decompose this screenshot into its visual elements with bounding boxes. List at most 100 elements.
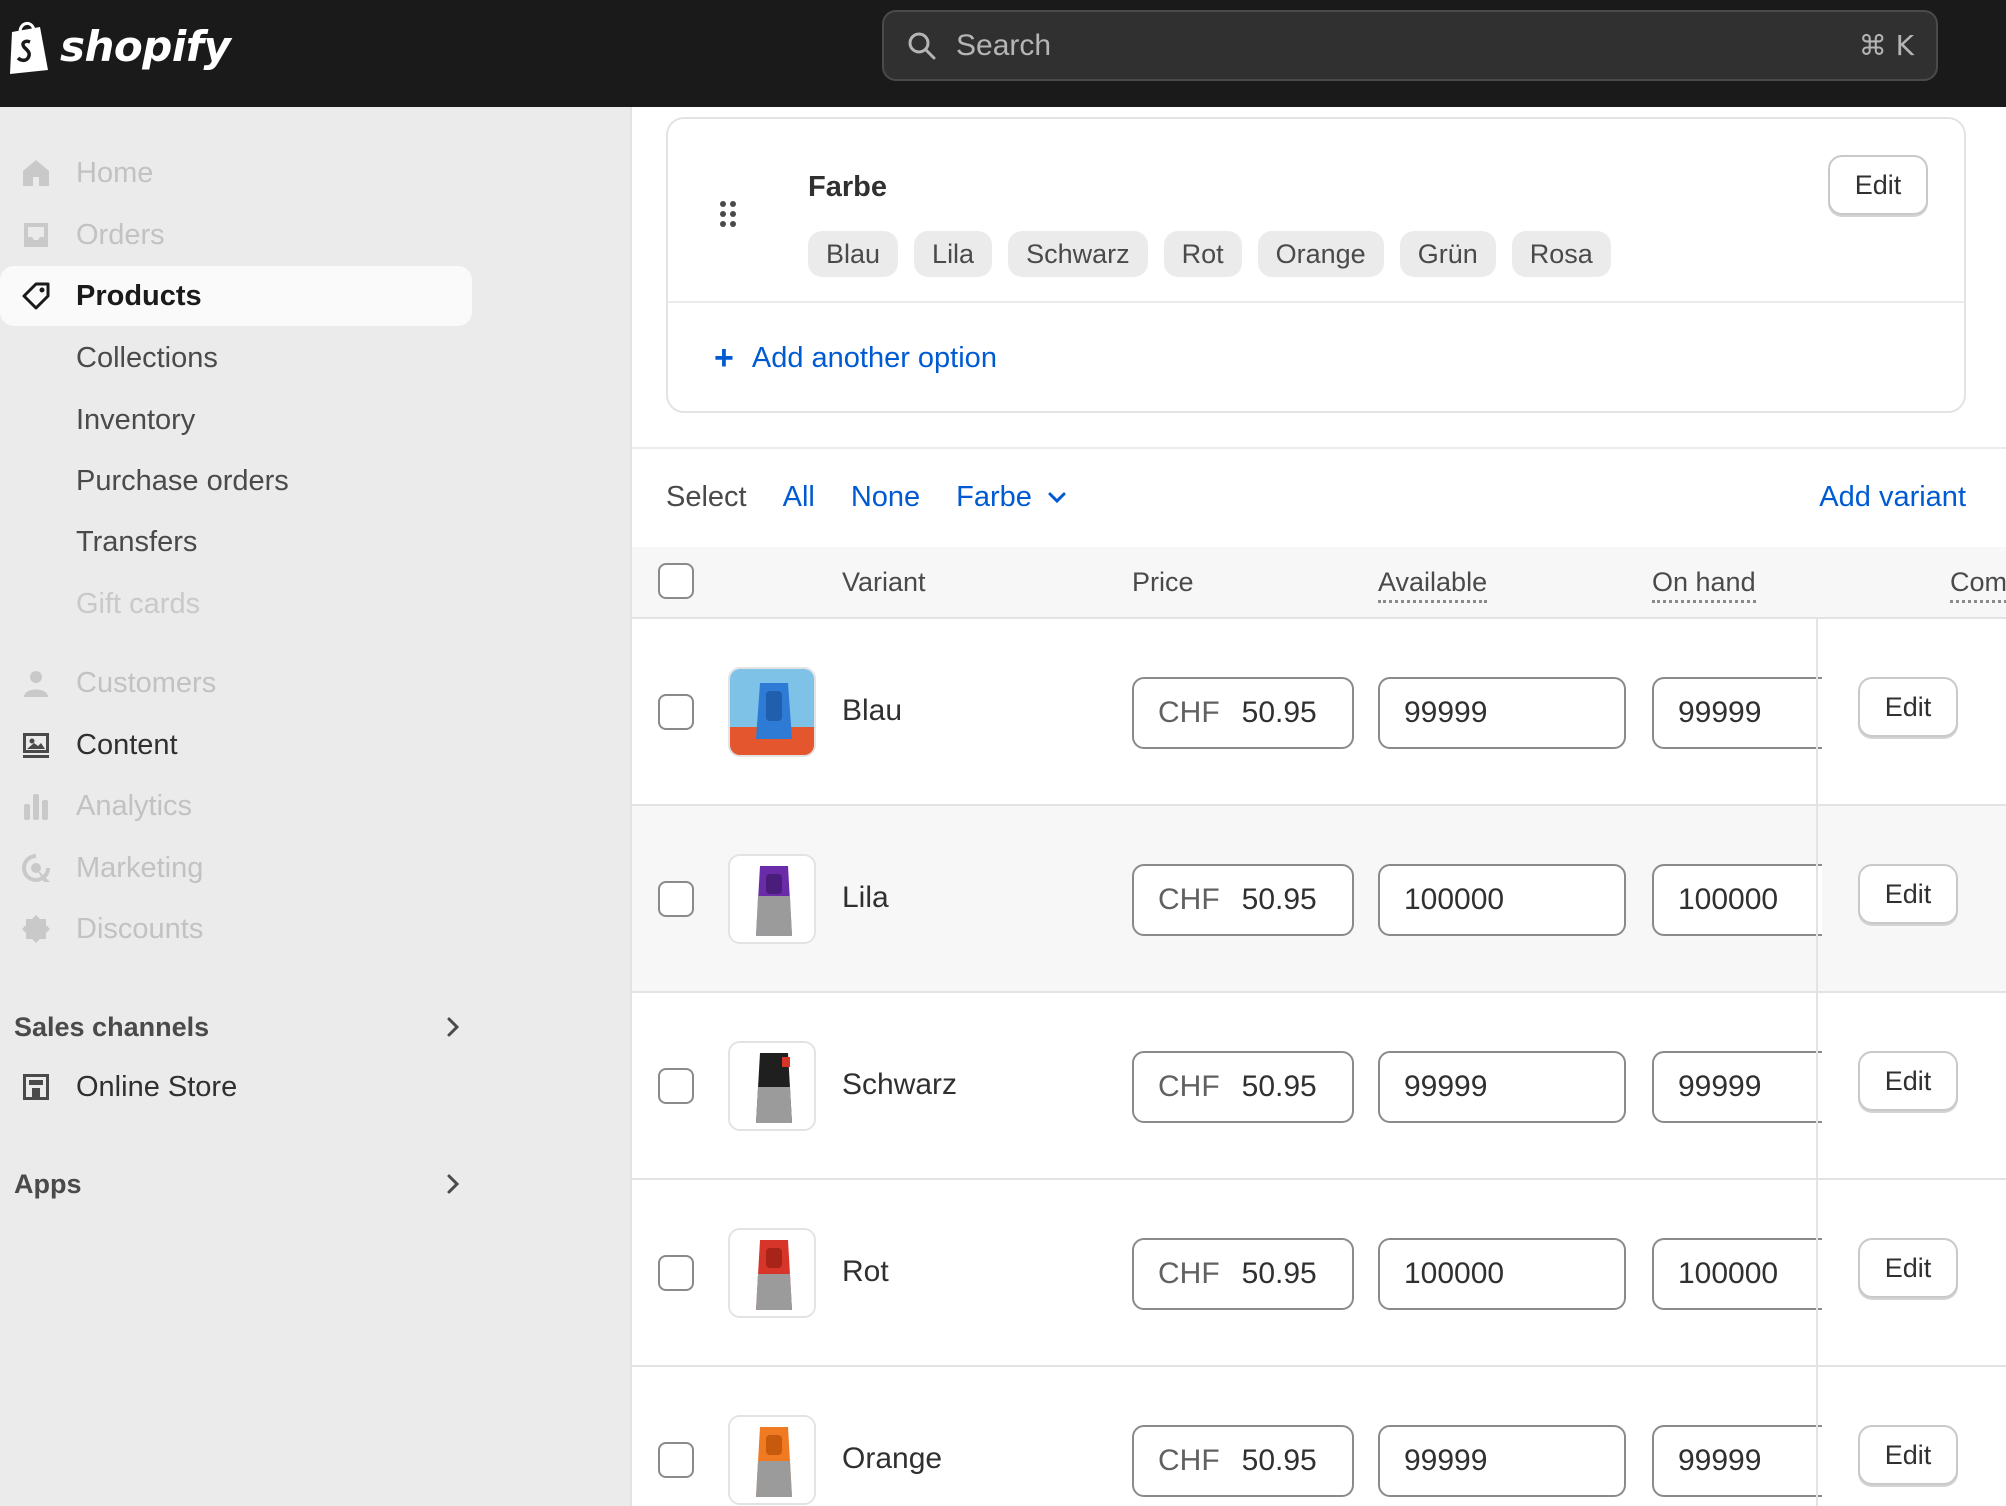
on-hand-value: 100000 [1678,883,1779,916]
sidebar-item-label: Products [76,279,202,312]
sidebar-item-purchase-orders[interactable]: Purchase orders [0,451,472,511]
sidebar-item-label: Customers [76,666,217,699]
shopify-logo[interactable]: shopify [6,18,231,74]
price-input[interactable]: CHF 50.95 [1132,1238,1354,1310]
sidebar-item-label: Orders [76,218,165,251]
column-header-variant: Variant [842,567,926,597]
store-icon [23,1074,49,1100]
price-input[interactable]: CHF 50.95 [1132,677,1354,749]
price-input[interactable]: CHF 50.95 [1132,1051,1354,1123]
select-by-option-dropdown[interactable]: Farbe [956,481,1068,514]
on-hand-value: 100000 [1678,1257,1779,1290]
on-hand-input[interactable]: 99999 [1652,1425,1822,1497]
variant-thumbnail[interactable] [728,1228,816,1318]
variant-name: Blau [842,694,903,727]
row-checkbox[interactable] [658,1255,694,1291]
backpack-image [730,856,814,942]
search-input[interactable] [956,28,1859,63]
sidebar-item-label: Collections [76,341,218,374]
currency-label: CHF [1158,1070,1220,1103]
sidebar-item-discounts[interactable]: Discounts [0,899,472,959]
search-bar[interactable]: ⌘ K [882,10,1938,81]
table-row: Rot CHF 50.95 100000 100000 Edit [632,1180,2006,1367]
sidebar-item-analytics[interactable]: Analytics [0,776,472,836]
variant-thumbnail[interactable] [728,854,816,944]
select-all-checkbox[interactable] [658,563,694,599]
target-icon [22,854,50,882]
option-values: Blau Lila Schwarz Rot Orange Grün Rosa [808,231,1611,277]
table-row: Lila CHF 50.95 100000 100000 Edit [632,806,2006,993]
select-label: Select [666,480,747,513]
select-none-link[interactable]: None [851,481,920,514]
price-value: 50.95 [1241,1444,1317,1477]
row-checkbox[interactable] [658,1442,694,1478]
available-value: 100000 [1404,883,1505,916]
column-header-available[interactable]: Available [1378,567,1488,603]
sidebar-item-gift-cards[interactable]: Gift cards [0,574,472,634]
row-actions: Edit [1816,1180,2006,1365]
select-all-link[interactable]: All [783,481,815,514]
sidebar-item-label: Gift cards [76,587,201,620]
price-input[interactable]: CHF 50.95 [1132,864,1354,936]
on-hand-input[interactable]: 99999 [1652,677,1822,749]
backpack-image [730,1043,814,1129]
available-input[interactable]: 99999 [1378,677,1626,749]
column-header-price: Price [1132,567,1194,597]
column-header-on-hand[interactable]: On hand [1652,567,1756,603]
add-variant-link[interactable]: Add variant [1819,481,1966,514]
available-input[interactable]: 100000 [1378,1238,1626,1310]
sidebar-item-orders[interactable]: Orders [0,205,472,265]
sidebar-item-home[interactable]: Home [0,143,472,203]
sales-channels-label: Sales channels [14,1011,210,1042]
apps-header[interactable]: Apps [14,1159,464,1209]
sidebar-item-label: Home [76,156,154,189]
plus-icon: + [714,339,734,377]
on-hand-input[interactable]: 100000 [1652,864,1822,936]
sidebar-item-online-store[interactable]: Online Store [0,1057,472,1117]
edit-variant-button[interactable]: Edit [1858,677,1958,737]
edit-option-button[interactable]: Edit [1828,155,1928,215]
column-header-committed[interactable]: Com [1950,567,2006,603]
sidebar-item-label: Marketing [76,851,204,884]
row-checkbox[interactable] [658,694,694,730]
sidebar-item-marketing[interactable]: Marketing [0,838,472,898]
table-row: Schwarz CHF 50.95 99999 99999 Edit [632,993,2006,1180]
currency-label: CHF [1158,1257,1220,1290]
chevron-down-icon [1048,492,1066,504]
sidebar-item-inventory[interactable]: Inventory [0,390,472,450]
sidebar-item-transfers[interactable]: Transfers [0,512,472,572]
drag-handle-icon[interactable] [718,199,738,229]
price-input[interactable]: CHF 50.95 [1132,1425,1354,1497]
add-another-option-link[interactable]: + Add another option [714,341,997,375]
edit-variant-button[interactable]: Edit [1858,864,1958,924]
available-input[interactable]: 99999 [1378,1051,1626,1123]
sales-channels-header[interactable]: Sales channels [14,1002,464,1052]
edit-variant-button[interactable]: Edit [1858,1051,1958,1111]
available-input[interactable]: 99999 [1378,1425,1626,1497]
option-value-pill: Schwarz [1008,231,1148,277]
variant-thumbnail[interactable] [728,1415,816,1505]
sidebar-item-products[interactable]: Products [0,266,472,326]
edit-variant-button[interactable]: Edit [1858,1238,1958,1298]
variant-thumbnail[interactable] [728,1041,816,1131]
variant-thumbnail[interactable] [728,667,816,757]
available-value: 99999 [1404,696,1488,729]
sidebar-item-label: Discounts [76,912,204,945]
sidebar-item-collections[interactable]: Collections [0,328,472,388]
row-checkbox[interactable] [658,881,694,917]
sidebar-item-customers[interactable]: Customers [0,653,472,713]
currency-label: CHF [1158,696,1220,729]
row-checkbox[interactable] [658,1068,694,1104]
on-hand-input[interactable]: 99999 [1652,1051,1822,1123]
inbox-icon [24,223,48,247]
variant-name: Rot [842,1255,889,1288]
sidebar-item-content[interactable]: Content [0,715,472,775]
discount-icon [22,915,50,943]
on-hand-input[interactable]: 100000 [1652,1238,1822,1310]
on-hand-value: 99999 [1678,1444,1762,1477]
variant-name: Lila [842,881,889,914]
available-input[interactable]: 100000 [1378,864,1626,936]
edit-variant-button[interactable]: Edit [1858,1425,1958,1485]
divider [632,447,2006,449]
image-icon [23,733,49,758]
